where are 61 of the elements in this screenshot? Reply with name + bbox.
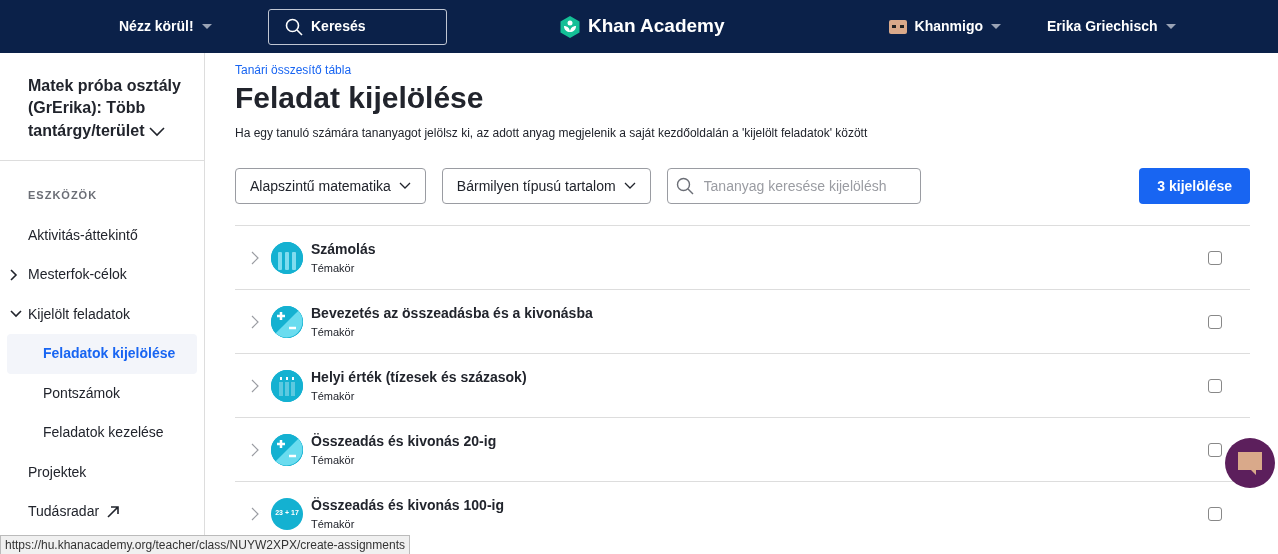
sidebar-item[interactable]: Feladatok kijelölése <box>7 334 197 374</box>
page-title: Feladat kijelölése <box>235 80 485 116</box>
sidebar-item[interactable]: Tudásradar <box>0 492 204 532</box>
topic-title[interactable]: Helyi érték (tízesek és százasok) <box>311 366 527 388</box>
chevron-down-icon <box>398 182 411 190</box>
topic-icon <box>271 305 303 338</box>
sidebar-item[interactable]: Kijelölt feladatok <box>0 294 204 335</box>
expand-chevron-icon[interactable] <box>251 314 259 329</box>
explore-menu[interactable]: Nézz körül! <box>119 16 194 37</box>
filter-dropdown[interactable]: Alapszintű matematika <box>235 168 426 204</box>
sidebar-item[interactable]: Feladatok kezelése <box>7 413 197 453</box>
sidebar-item[interactable]: Mesterfok-célok <box>0 255 204 295</box>
class-selector[interactable]: Matek próba osztály (GrErika): Több tantárgy/terület <box>0 53 204 162</box>
khanmigo-menu[interactable]: Khanmigo <box>914 16 983 37</box>
chevron-down-icon <box>623 182 636 190</box>
sidebar-item[interactable]: Pontszámok <box>7 373 197 414</box>
topic-icon <box>271 241 303 274</box>
search-field[interactable]: Keresés <box>268 8 447 45</box>
external-link-icon <box>107 505 120 518</box>
checkbox[interactable] <box>1208 506 1222 521</box>
caret-icon <box>1165 24 1176 29</box>
chevron-right-icon <box>10 268 18 281</box>
topic-icon <box>271 433 303 466</box>
breadcrumb-link[interactable]: Tanári összesítő tábla <box>235 63 352 77</box>
khanmigo-button[interactable] <box>1225 438 1275 488</box>
expand-chevron-icon[interactable] <box>251 442 259 457</box>
content-search-field[interactable]: Tananyag keresése kijelölésh <box>666 168 921 204</box>
topic-type: Témakör <box>311 324 356 340</box>
user-menu[interactable]: Erika Griechisch <box>1047 16 1158 37</box>
logo[interactable]: Khan Academy <box>560 12 725 41</box>
sidebar-item[interactable]: Aktivitás-áttekintő <box>0 215 204 256</box>
expand-chevron-icon[interactable] <box>251 506 259 521</box>
status-url: https://hu.khanacademy.org/teacher/class/NUYW2XPX/create-assignments <box>0 535 410 554</box>
topic-title[interactable]: Összeadás és kivonás 20-ig <box>311 430 497 452</box>
topic-title[interactable]: Összeadás és kivonás 100-ig <box>311 494 504 516</box>
chevron-down-icon <box>10 310 22 319</box>
assign-button[interactable]: 3 kijelölése <box>1139 168 1250 204</box>
expand-chevron-icon[interactable] <box>251 378 259 393</box>
chat-bubble-icon <box>1236 450 1264 476</box>
checkbox[interactable] <box>1208 442 1222 457</box>
topic-type: Témakör <box>311 516 356 532</box>
sidebar-item[interactable]: Projektek <box>0 452 204 493</box>
expand-chevron-icon[interactable] <box>251 250 259 265</box>
checkbox[interactable] <box>1208 378 1222 393</box>
search-icon <box>675 177 694 195</box>
topic-title[interactable]: Számolás <box>311 238 376 260</box>
caret-icon <box>201 24 212 29</box>
topic-type: Témakör <box>311 388 356 404</box>
chevron-down-icon <box>148 126 165 137</box>
topic-type: Témakör <box>311 452 356 468</box>
checkbox[interactable] <box>1208 314 1222 329</box>
khanmigo-icon <box>888 19 907 34</box>
topic-icon <box>271 369 303 402</box>
filter-dropdown[interactable]: Bármilyen típusú tartalom <box>441 168 651 204</box>
description: Ha egy tanuló számára tananyagot jelölsz ki, az adott anyag megjelenik a saját kezdőoldalán a 'kijelölt feladatok' között <box>235 125 869 142</box>
caret-icon <box>991 24 1001 29</box>
topic-type: Témakör <box>311 260 356 276</box>
search-icon <box>285 17 303 36</box>
section-heading: ESZKÖZÖK <box>27 188 99 204</box>
checkbox[interactable] <box>1208 250 1222 265</box>
topic-title[interactable]: Bevezetés az összeadásba és a kivonásba <box>311 302 593 324</box>
